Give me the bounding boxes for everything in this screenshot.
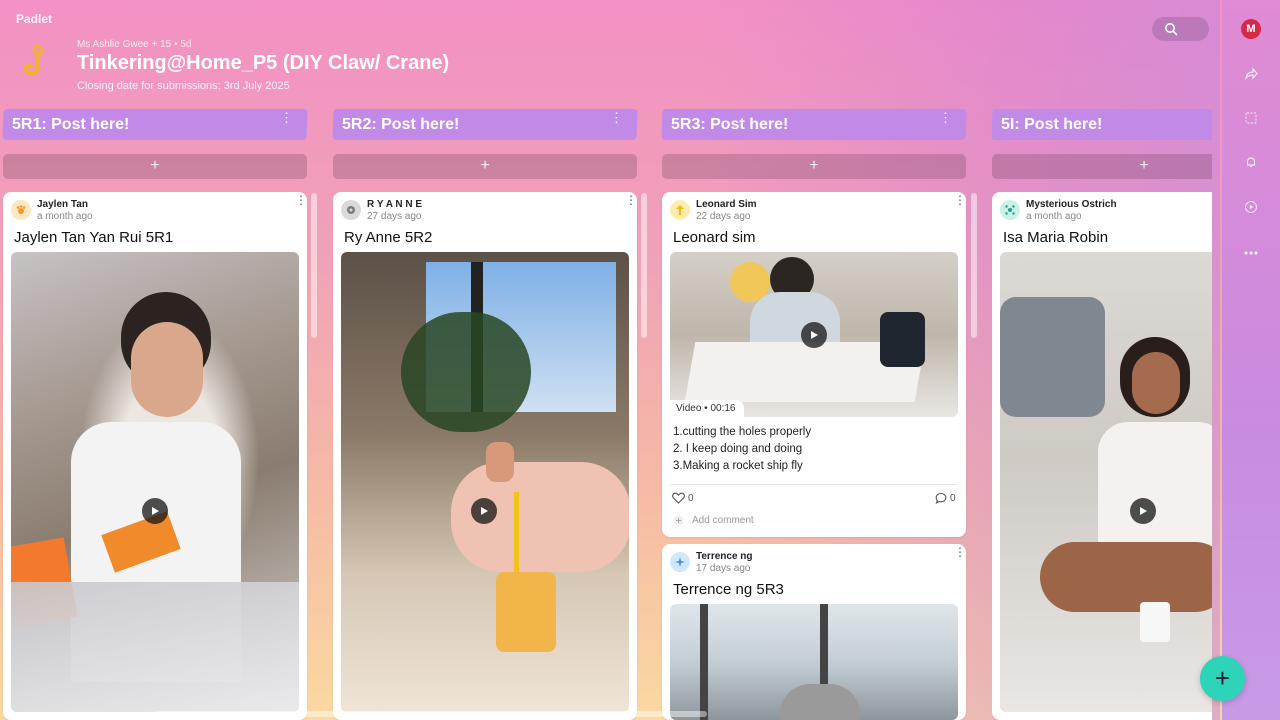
author-avatar bbox=[11, 200, 31, 220]
play-icon bbox=[811, 331, 818, 339]
card-author: R Y A N N E bbox=[367, 199, 423, 210]
card-divider bbox=[670, 484, 958, 485]
image-thumbnail[interactable] bbox=[670, 604, 958, 720]
board-meta: Ms Ashlie Gwee + 15 • 5d bbox=[77, 39, 192, 50]
column-menu-icon[interactable]: ⋮ bbox=[610, 111, 623, 124]
add-post-button[interactable]: + bbox=[3, 154, 307, 179]
video-play-button[interactable] bbox=[1130, 498, 1156, 524]
add-comment-field[interactable]: Add comment bbox=[673, 515, 754, 526]
add-post-button[interactable]: + bbox=[333, 154, 637, 179]
column-scrollbar[interactable] bbox=[311, 193, 317, 338]
card-menu-icon[interactable]: ⋮ bbox=[954, 194, 966, 206]
video-duration-tag: Video • 00:16 bbox=[670, 400, 744, 417]
column-menu-icon[interactable]: ⋮ bbox=[280, 111, 293, 124]
column-title: 5R2: Post here! bbox=[342, 116, 460, 133]
video-play-button[interactable] bbox=[801, 322, 827, 348]
post-card[interactable]: R Y A N N E 27 days ago ⋮ Ry Anne 5R2 bbox=[333, 192, 637, 720]
video-thumbnail[interactable]: Video • 00:16 bbox=[670, 252, 958, 417]
card-author: Jaylen Tan bbox=[37, 199, 88, 210]
video-play-button[interactable] bbox=[471, 498, 497, 524]
play-icon bbox=[1244, 200, 1258, 214]
card-author: Mysterious Ostrich bbox=[1026, 199, 1117, 210]
board-subtitle: Closing date for submissions: 3rd July 2… bbox=[77, 80, 290, 92]
hook-icon bbox=[23, 44, 44, 76]
more-button[interactable] bbox=[1239, 241, 1263, 265]
author-avatar bbox=[670, 552, 690, 572]
card-author: Terrence ng bbox=[696, 551, 753, 562]
comment-button[interactable]: 0 bbox=[935, 492, 956, 504]
add-post-button[interactable]: + bbox=[662, 154, 966, 179]
card-author: Leonard Sim bbox=[696, 199, 757, 210]
column-5i: 5I: Post here! + Mysterious Ostrich a mo… bbox=[992, 109, 1212, 720]
card-menu-icon[interactable]: ⋮ bbox=[295, 194, 307, 206]
column-title: 5I: Post here! bbox=[1001, 116, 1103, 133]
comment-count: 0 bbox=[950, 492, 956, 504]
search-button[interactable] bbox=[1152, 17, 1209, 41]
share-icon bbox=[1245, 67, 1258, 80]
card-title: Jaylen Tan Yan Rui 5R1 bbox=[14, 229, 174, 246]
play-icon bbox=[152, 507, 159, 515]
card-timestamp: a month ago bbox=[37, 211, 93, 222]
add-comment-label: Add comment bbox=[692, 515, 754, 526]
card-title: Leonard sim bbox=[673, 229, 756, 246]
card-body-line: 1.cutting the holes properly bbox=[673, 426, 812, 438]
share-button[interactable] bbox=[1239, 62, 1263, 86]
video-play-button[interactable] bbox=[142, 498, 168, 524]
board-title: Tinkering@Home_P5 (DIY Claw/ Crane) bbox=[77, 52, 450, 74]
add-post-button[interactable]: + bbox=[992, 154, 1212, 179]
add-icon bbox=[673, 515, 684, 526]
video-thumbnail[interactable] bbox=[11, 252, 299, 712]
user-avatar[interactable]: M bbox=[1241, 19, 1261, 39]
notifications-button[interactable] bbox=[1239, 150, 1263, 174]
card-timestamp: 17 days ago bbox=[696, 563, 751, 574]
video-thumbnail[interactable] bbox=[341, 252, 629, 712]
author-avatar bbox=[341, 200, 361, 220]
card-title: Ry Anne 5R2 bbox=[344, 229, 433, 246]
like-count: 0 bbox=[688, 492, 694, 504]
card-menu-icon[interactable]: ⋮ bbox=[954, 546, 966, 558]
video-label: Video bbox=[676, 403, 702, 414]
horizontal-scrollbar[interactable] bbox=[155, 711, 707, 717]
author-avatar bbox=[1000, 200, 1020, 220]
play-icon bbox=[1140, 507, 1147, 515]
search-icon bbox=[1165, 23, 1178, 36]
card-title: Terrence ng 5R3 bbox=[673, 581, 784, 598]
post-card[interactable]: Jaylen Tan a month ago ⋮ Jaylen Tan Yan … bbox=[3, 192, 307, 720]
slideshow-button[interactable] bbox=[1239, 106, 1263, 130]
card-body-line: 3.Making a rocket ship fly bbox=[673, 460, 803, 472]
column-scrollbar[interactable] bbox=[971, 193, 977, 338]
heart-icon bbox=[672, 492, 685, 504]
column-5r2: 5R2: Post here! ⋮ + R Y A N N E 27 days … bbox=[332, 109, 638, 720]
video-thumbnail[interactable] bbox=[1000, 252, 1212, 712]
card-title: Isa Maria Robin bbox=[1003, 229, 1109, 246]
author-avatar bbox=[670, 200, 690, 220]
play-icon bbox=[481, 507, 488, 515]
column-scrollbar[interactable] bbox=[641, 193, 647, 338]
column-menu-icon[interactable]: ⋮ bbox=[939, 111, 952, 124]
card-body: 1.cutting the holes properly 2. I keep d… bbox=[673, 424, 811, 475]
add-post-fab[interactable]: + bbox=[1200, 656, 1245, 701]
column-title: 5R3: Post here! bbox=[671, 116, 789, 133]
post-card[interactable]: Mysterious Ostrich a month ago Isa Maria… bbox=[992, 192, 1212, 720]
comment-icon bbox=[935, 492, 947, 504]
card-menu-icon[interactable]: ⋮ bbox=[625, 194, 637, 206]
column-5r3: 5R3: Post here! ⋮ + Leonard Sim 22 days … bbox=[661, 109, 967, 720]
brand-logo[interactable]: Padlet bbox=[16, 12, 52, 26]
more-icon bbox=[1244, 251, 1258, 255]
bell-icon bbox=[1246, 157, 1256, 168]
card-timestamp: 22 days ago bbox=[696, 211, 751, 222]
column-title: 5R1: Post here! bbox=[12, 116, 130, 133]
play-button[interactable] bbox=[1239, 195, 1263, 219]
card-timestamp: 27 days ago bbox=[367, 211, 422, 222]
card-body-line: 2. I keep doing and doing bbox=[673, 443, 803, 455]
column-5r1: 5R1: Post here! ⋮ + Jaylen Tan a month a… bbox=[2, 109, 308, 720]
video-duration: 00:16 bbox=[710, 403, 736, 414]
card-timestamp: a month ago bbox=[1026, 211, 1082, 222]
slideshow-icon bbox=[1245, 112, 1257, 124]
post-card[interactable]: Terrence ng 17 days ago ⋮ Terrence ng 5R… bbox=[662, 544, 966, 720]
post-card[interactable]: Leonard Sim 22 days ago ⋮ Leonard sim Vi… bbox=[662, 192, 966, 537]
like-button[interactable]: 0 bbox=[672, 492, 694, 504]
